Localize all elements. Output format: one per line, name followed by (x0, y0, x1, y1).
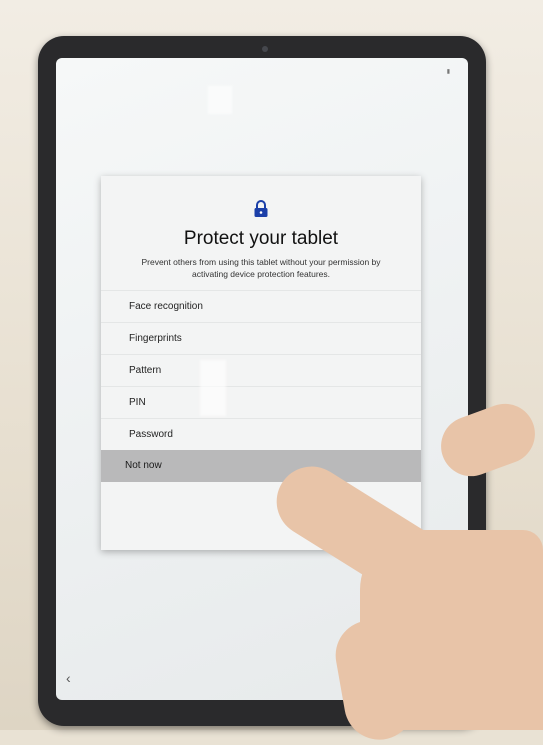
option-password[interactable]: Password (101, 418, 421, 450)
front-camera (262, 46, 268, 52)
lock-icon (254, 200, 268, 217)
option-face-recognition[interactable]: Face recognition (101, 290, 421, 322)
screen-glare (208, 86, 232, 114)
setup-dialog: Protect your tablet Prevent others from … (101, 176, 421, 550)
security-options-list: Face recognition Fingerprints Pattern PI… (101, 290, 421, 482)
back-icon[interactable]: ‹ (66, 670, 71, 686)
option-pattern[interactable]: Pattern (101, 354, 421, 386)
option-fingerprints[interactable]: Fingerprints (101, 322, 421, 354)
battery-icon: ▮ (446, 69, 450, 75)
option-not-now[interactable]: Not now (101, 450, 421, 482)
page-description: Prevent others from using this tablet wi… (141, 257, 381, 279)
option-pin[interactable]: PIN (101, 386, 421, 418)
page-title: Protect your tablet (183, 228, 339, 249)
screen-glare (200, 360, 226, 416)
